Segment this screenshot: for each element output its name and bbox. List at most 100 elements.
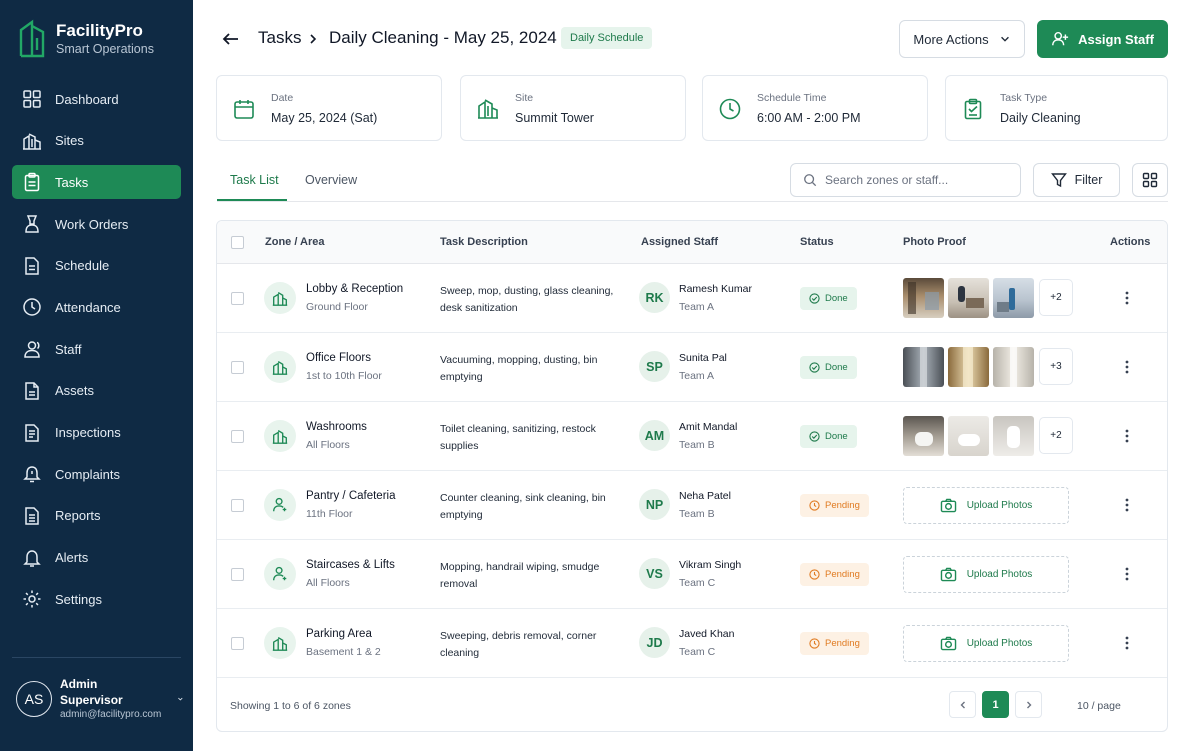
back-arrow-icon[interactable] — [221, 29, 241, 49]
table-row[interactable]: Staircases & Lifts All Floors Mopping, h… — [217, 540, 1167, 609]
photo-thumbnail[interactable] — [903, 347, 944, 387]
info-card-date: Date May 25, 2024 (Sat) — [216, 75, 442, 141]
tab-overview[interactable]: Overview — [305, 173, 357, 187]
assign-staff-button[interactable]: Assign Staff — [1037, 20, 1168, 58]
table-row[interactable]: Pantry / Cafeteria 11th Floor Counter cl… — [217, 471, 1167, 540]
sidebar-item-alerts[interactable]: Alerts — [12, 541, 181, 575]
more-vertical-icon[interactable] — [1121, 359, 1133, 375]
more-photos-button[interactable]: +2 — [1039, 417, 1073, 454]
upload-photos-button[interactable]: Upload Photos — [903, 625, 1069, 662]
camera-icon — [940, 567, 956, 582]
clock-icon — [719, 98, 741, 120]
upload-photos-button[interactable]: Upload Photos — [903, 487, 1069, 524]
card-label: Schedule Time — [757, 92, 827, 104]
clock-icon — [809, 569, 820, 580]
sidebar-item-label: Reports — [55, 508, 101, 524]
photo-thumbnail[interactable] — [993, 278, 1034, 318]
sidebar-item-tasks[interactable]: Tasks — [12, 165, 181, 200]
zone-icon — [264, 489, 296, 521]
chevron-down-icon[interactable] — [177, 692, 184, 706]
page-size-select[interactable]: 10 / page — [1077, 700, 1121, 712]
row-checkbox[interactable] — [231, 637, 244, 650]
card-value: May 25, 2024 (Sat) — [271, 111, 378, 125]
zone-name: Parking Area — [306, 628, 372, 640]
sidebar-item-dashboard[interactable]: Dashboard — [12, 82, 181, 116]
checklist-icon — [25, 423, 39, 442]
row-checkbox[interactable] — [231, 292, 244, 305]
row-checkbox[interactable] — [231, 430, 244, 443]
photo-thumbnail[interactable] — [903, 416, 944, 456]
active-tab-indicator — [217, 199, 287, 201]
sidebar-item-sites[interactable]: Sites — [12, 124, 181, 158]
tab-task-list[interactable]: Task List — [230, 173, 279, 187]
staff-team: Team B — [679, 439, 715, 451]
sidebar-item-schedule[interactable]: Schedule — [12, 249, 181, 283]
status-badge: Done — [800, 356, 857, 379]
row-checkbox[interactable] — [231, 361, 244, 374]
status-label: Done — [825, 362, 848, 373]
sidebar-divider — [12, 657, 181, 658]
row-checkbox[interactable] — [231, 499, 244, 512]
photo-thumbnail[interactable] — [948, 278, 989, 318]
users-icon — [24, 341, 40, 358]
sidebar-item-label: Dashboard — [55, 91, 119, 107]
brand-subtitle: Smart Operations — [56, 42, 154, 56]
tabs-divider — [217, 201, 1168, 202]
zone-floor: 11th Floor — [306, 508, 353, 520]
next-page-button[interactable] — [1015, 691, 1042, 718]
row-checkbox[interactable] — [231, 568, 244, 581]
table-row[interactable]: Office Floors 1st to 10th Floor Vacuumin… — [217, 333, 1167, 402]
photo-thumbnail[interactable] — [948, 416, 989, 456]
table-row[interactable]: Washrooms All Floors Toilet cleaning, sa… — [217, 402, 1167, 471]
select-all-checkbox[interactable] — [231, 236, 244, 249]
photo-thumbnail[interactable] — [948, 347, 989, 387]
sidebar-item-attendance[interactable]: Attendance — [12, 290, 181, 324]
staff-team: Team C — [679, 577, 716, 589]
filter-label: Filter — [1074, 173, 1103, 187]
prev-page-button[interactable] — [949, 691, 976, 718]
sidebar-item-assets[interactable]: Assets — [12, 374, 181, 408]
filter-button[interactable]: Filter — [1033, 163, 1120, 197]
more-vertical-icon[interactable] — [1121, 635, 1133, 651]
sidebar: FacilityPro Smart Operations Dashboard S… — [0, 0, 193, 751]
building-icon — [272, 430, 288, 444]
photo-thumbnail[interactable] — [903, 278, 944, 318]
page-header: Tasks Daily Cleaning - May 25, 2024 Dail… — [193, 0, 1200, 76]
sidebar-item-reports[interactable]: Reports — [12, 499, 181, 533]
more-vertical-icon[interactable] — [1121, 566, 1133, 582]
photo-thumbnail[interactable] — [993, 347, 1034, 387]
user-menu[interactable]: AS Admin Supervisor admin@facilitypro.co… — [16, 676, 184, 722]
staff-avatar: JD — [639, 627, 670, 658]
schedule-badge: Daily Schedule — [561, 27, 653, 49]
sidebar-item-settings[interactable]: Settings — [12, 582, 181, 616]
photo-thumbnail[interactable] — [993, 416, 1034, 456]
table-row[interactable]: Lobby & Reception Ground Floor Sweep, mo… — [217, 264, 1167, 333]
more-photos-button[interactable]: +2 — [1039, 279, 1073, 316]
sidebar-item-complaints[interactable]: Complaints — [12, 457, 181, 491]
sidebar-item-label: Work Orders — [55, 216, 129, 232]
more-vertical-icon[interactable] — [1121, 428, 1133, 444]
search-input[interactable] — [825, 173, 1005, 187]
sidebar-item-work-orders[interactable]: Work Orders — [12, 207, 181, 241]
info-card-site: Site Summit Tower — [460, 75, 686, 141]
task-description: Sweeping, debris removal, corner cleanin… — [440, 630, 597, 659]
more-vertical-icon[interactable] — [1121, 497, 1133, 513]
table-row[interactable]: Parking Area Basement 1 & 2 Sweeping, de… — [217, 609, 1167, 678]
brand[interactable]: FacilityPro Smart Operations — [18, 18, 154, 58]
grid-view-button[interactable] — [1132, 163, 1168, 197]
more-vertical-icon[interactable] — [1121, 290, 1133, 306]
breadcrumb-tasks[interactable]: Tasks — [258, 28, 301, 48]
sidebar-item-inspections[interactable]: Inspections — [12, 416, 181, 450]
avatar: AS — [16, 681, 52, 717]
camera-icon — [940, 636, 956, 651]
user-name: Admin Supervisor — [60, 677, 123, 707]
page-button[interactable]: 1 — [982, 691, 1009, 718]
task-description: Vacuuming, mopping, dusting, bin emptyin… — [440, 354, 598, 383]
more-actions-button[interactable]: More Actions — [899, 20, 1025, 58]
upload-photos-button[interactable]: Upload Photos — [903, 556, 1069, 593]
card-value: Daily Cleaning — [1000, 111, 1081, 125]
photo-proof: +3 — [903, 347, 1073, 387]
more-photos-button[interactable]: +3 — [1039, 348, 1073, 385]
sidebar-item-staff[interactable]: Staff — [12, 332, 181, 366]
sidebar-item-label: Assets — [55, 383, 95, 399]
